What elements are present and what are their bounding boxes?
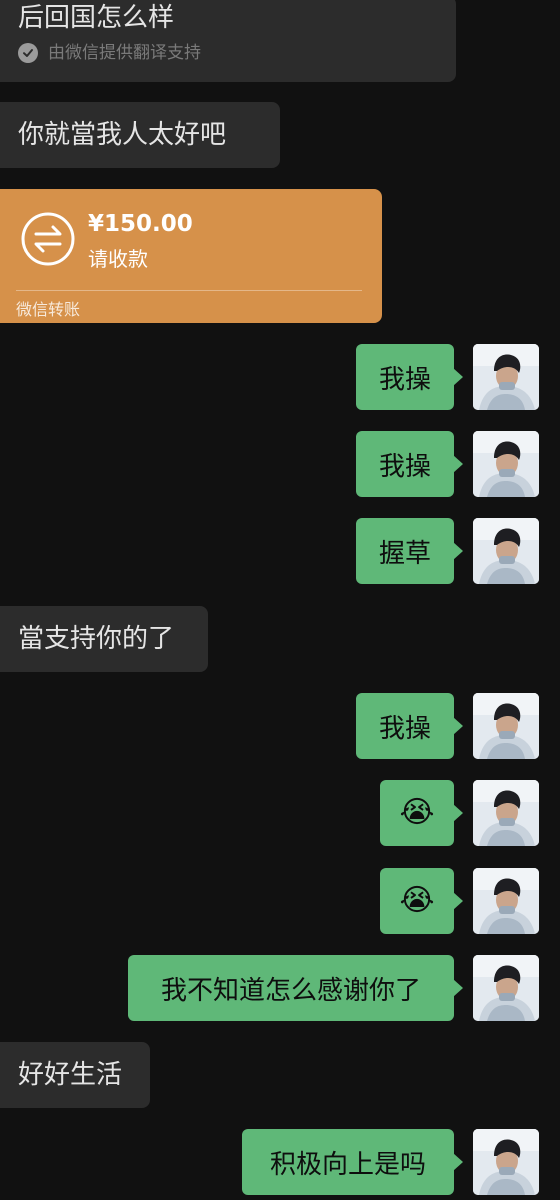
outgoing-message[interactable]: 😭 <box>380 780 463 846</box>
translation-note: 由微信提供翻译支持 <box>18 42 438 64</box>
avatar[interactable] <box>473 955 539 1021</box>
avatar[interactable] <box>473 518 539 584</box>
transfer-card[interactable]: ¥150.00 请收款 微信转账 <box>0 189 382 323</box>
outgoing-message[interactable]: 握草 <box>356 518 463 584</box>
outgoing-message[interactable]: 我操 <box>356 344 463 410</box>
outgoing-message[interactable]: 积极向上是吗 <box>242 1129 463 1195</box>
incoming-message[interactable]: 好好生活 <box>0 1042 150 1108</box>
message-text: 我操 <box>378 713 431 744</box>
message-text: 握草 <box>378 538 431 569</box>
message-text: 我不知道怎么感谢你了 <box>160 975 421 1006</box>
transfer-amount: ¥150.00 <box>88 211 193 237</box>
incoming-message[interactable]: 當支持你的了 <box>0 606 208 672</box>
message-text: 你就當我人太好吧 <box>18 120 227 150</box>
avatar[interactable] <box>473 693 539 759</box>
crying-emoji-icon: 😭 <box>399 883 435 918</box>
outgoing-message[interactable]: 我操 <box>356 693 463 759</box>
check-circle-icon <box>18 43 38 63</box>
transfer-status: 请收款 <box>88 247 148 271</box>
chat-area: 后回国怎么样 由微信提供翻译支持 你就當我人太好吧 ¥150.00 请收款 微信… <box>0 0 560 1200</box>
outgoing-message[interactable]: 我不知道怎么感谢你了 <box>128 955 463 1021</box>
avatar[interactable] <box>473 868 539 934</box>
avatar[interactable] <box>473 344 539 410</box>
message-text: 當支持你的了 <box>18 624 175 654</box>
avatar[interactable] <box>473 1129 539 1195</box>
transfer-arrows-icon <box>21 212 75 266</box>
incoming-message[interactable]: 你就當我人太好吧 <box>0 102 280 168</box>
transfer-divider <box>16 290 362 291</box>
message-text: 我操 <box>378 451 431 482</box>
outgoing-message[interactable]: 😭 <box>380 868 463 934</box>
avatar[interactable] <box>473 431 539 497</box>
avatar[interactable] <box>473 780 539 846</box>
crying-emoji-icon: 😭 <box>399 795 435 830</box>
transfer-footer: 微信转账 <box>16 300 81 319</box>
incoming-message[interactable]: 后回国怎么样 由微信提供翻译支持 <box>0 0 456 82</box>
message-text: 好好生活 <box>18 1060 123 1090</box>
message-text: 积极向上是吗 <box>269 1149 426 1180</box>
translation-note-text: 由微信提供翻译支持 <box>48 43 201 63</box>
message-text: 后回国怎么样 <box>18 3 175 33</box>
message-text: 我操 <box>378 364 431 395</box>
outgoing-message[interactable]: 我操 <box>356 431 463 497</box>
